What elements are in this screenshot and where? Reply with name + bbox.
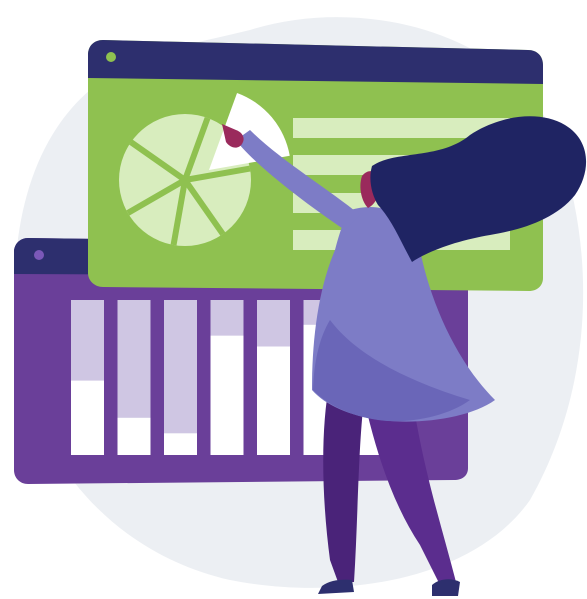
front-window-dot-icon [106,52,116,62]
person-shoe-right [432,579,460,596]
back-window-dot-icon [34,250,44,260]
analytics-illustration [0,0,587,599]
bar-track [164,300,197,455]
bar-fill [164,433,197,455]
front-window-titlebar [88,40,543,84]
bar-fill [71,380,104,455]
illustration-svg [14,17,587,596]
bar-fill [210,335,244,455]
bar-fill [117,417,151,455]
bar-fill [257,346,290,455]
